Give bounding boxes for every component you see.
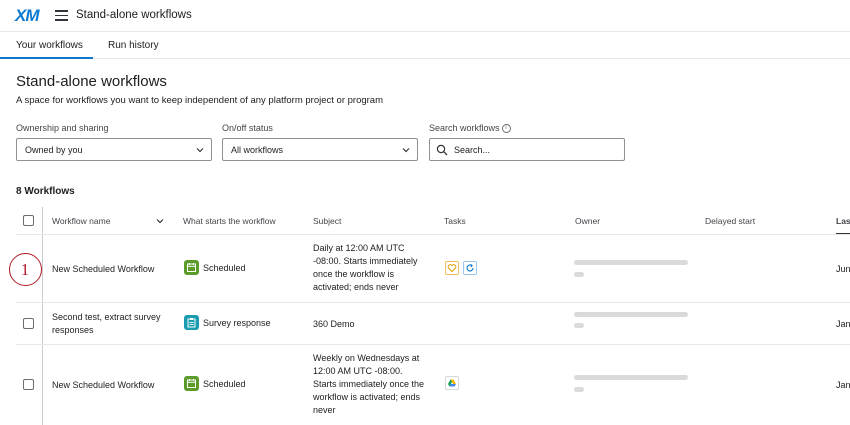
search-input[interactable]: Search... xyxy=(429,138,625,161)
header-last: Last xyxy=(836,216,850,226)
top-bar: XM Stand-alone workflows xyxy=(0,0,850,32)
subject-text: Daily at 12:00 AM UTC -08:00. Starts imm… xyxy=(313,243,418,292)
search-placeholder: Search... xyxy=(454,145,491,155)
row-checkbox[interactable] xyxy=(23,379,34,390)
last-value: Jan xyxy=(836,380,850,390)
subject-text: Weekly on Wednesdays at 12:00 AM UTC -08… xyxy=(313,353,425,415)
workflow-name[interactable]: New Scheduled Workflow xyxy=(52,379,154,392)
header-trigger: What starts the workflow xyxy=(183,216,276,226)
row-divider xyxy=(16,302,850,303)
search-label: Search workflows xyxy=(429,123,500,133)
step-callout: 1 xyxy=(9,253,42,286)
heart-icon[interactable] xyxy=(445,261,459,275)
owner-redacted-2 xyxy=(574,272,584,277)
header-tasks: Tasks xyxy=(444,216,466,226)
owner-redacted xyxy=(574,312,688,317)
calendar-icon xyxy=(184,260,199,275)
last-value: Jan xyxy=(836,319,850,329)
ownership-value: Owned by you xyxy=(25,145,83,155)
table-left-divider xyxy=(42,207,43,425)
workflow-name[interactable]: New Scheduled Workflow xyxy=(52,263,154,276)
workflow-name[interactable]: Second test, extract survey responses xyxy=(52,311,161,337)
calendar-icon xyxy=(184,376,199,391)
header-workflow-name[interactable]: Workflow name xyxy=(52,216,110,226)
ownership-label: Ownership and sharing xyxy=(16,123,109,133)
callout-number: 1 xyxy=(20,260,30,279)
select-all-checkbox[interactable] xyxy=(23,215,34,226)
chevron-down-icon xyxy=(196,148,204,153)
header-subject: Subject xyxy=(313,216,342,226)
chevron-down-icon[interactable] xyxy=(155,216,165,226)
header-delayed-start: Delayed start xyxy=(705,216,756,226)
page-subtitle: A space for workflows you want to keep i… xyxy=(16,95,384,106)
tab-bar: Your workflows Run history xyxy=(0,32,850,59)
search-icon xyxy=(436,144,448,156)
menu-icon[interactable] xyxy=(55,10,68,21)
refresh-icon[interactable] xyxy=(463,261,477,275)
row-divider xyxy=(16,344,850,345)
trigger-label: Scheduled xyxy=(203,379,246,389)
page-title: Stand-alone workflows xyxy=(16,73,167,90)
workflow-count: 8 Workflows xyxy=(16,186,75,197)
app-title: Stand-alone workflows xyxy=(76,9,192,21)
xm-logo[interactable]: XM xyxy=(15,6,39,26)
row-checkbox[interactable] xyxy=(23,318,34,329)
subject-text: 360 Demo xyxy=(313,319,355,329)
ownership-dropdown[interactable]: Owned by you xyxy=(16,138,212,161)
trigger-label: Survey response xyxy=(203,318,271,328)
owner-redacted xyxy=(574,375,688,380)
status-value: All workflows xyxy=(231,145,284,155)
header-divider xyxy=(16,234,850,235)
status-label: On/off status xyxy=(222,123,273,133)
status-dropdown[interactable]: All workflows xyxy=(222,138,418,161)
owner-redacted xyxy=(574,260,688,265)
google-drive-icon[interactable] xyxy=(445,376,459,390)
active-tab-indicator xyxy=(0,57,93,59)
tab-your-workflows[interactable]: Your workflows xyxy=(16,40,83,51)
trigger-label: Scheduled xyxy=(203,263,246,273)
chevron-down-icon xyxy=(402,148,410,153)
last-value: Jun xyxy=(836,264,850,274)
owner-redacted-2 xyxy=(574,323,584,328)
tab-run-history[interactable]: Run history xyxy=(108,40,159,51)
owner-redacted-2 xyxy=(574,387,584,392)
info-icon[interactable]: i xyxy=(501,124,511,134)
clipboard-icon xyxy=(184,315,199,330)
header-owner: Owner xyxy=(575,216,601,226)
search-label-wrap: Search workflows i xyxy=(429,123,511,134)
